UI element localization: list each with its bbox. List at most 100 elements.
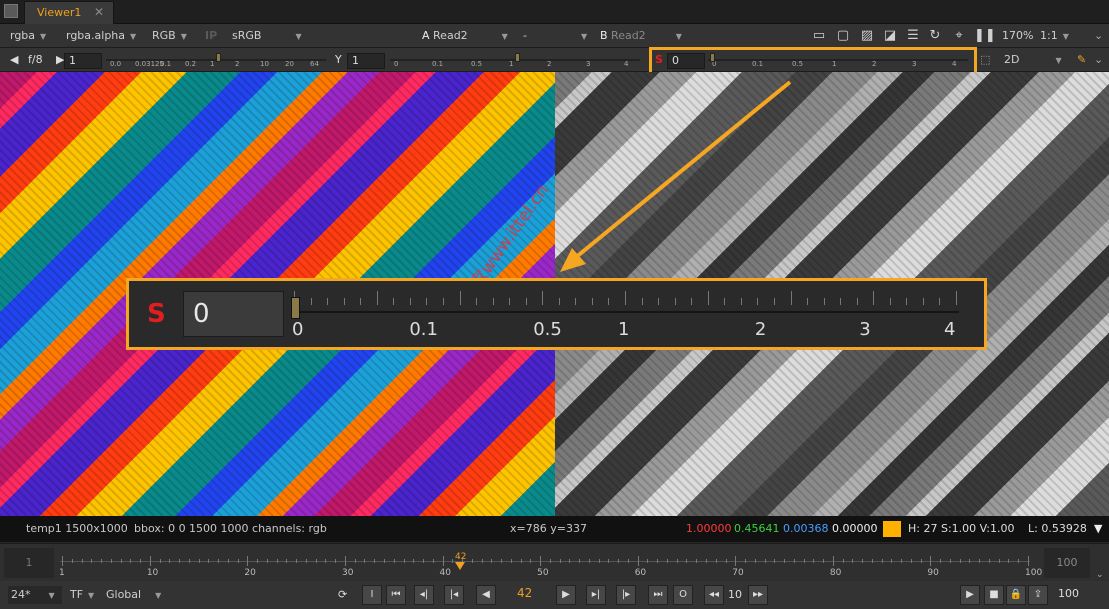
- zoom-tick-label: 0: [292, 319, 304, 340]
- saturation-zoom-callout: S 0 0 0.1 0.5 1 2 3 4: [126, 278, 987, 350]
- timeline-end[interactable]: 100: [1044, 548, 1090, 578]
- slider-handle[interactable]: [515, 53, 520, 62]
- timeline-tick: [169, 559, 171, 563]
- gamma-label: Y: [335, 53, 342, 66]
- zoom-tick-label: 2: [754, 319, 767, 340]
- playhead-marker[interactable]: [455, 562, 465, 570]
- channels-dropdown[interactable]: rgba ▼: [10, 27, 46, 45]
- next-frame-icon[interactable]: ▸|: [586, 585, 606, 605]
- view-mode-dropdown[interactable]: 2D ▼: [1004, 51, 1062, 69]
- zoom-tick-mark: [492, 298, 494, 305]
- step-forward-icon[interactable]: ▸▸: [748, 585, 768, 605]
- timeline-tick: [735, 556, 737, 566]
- ratio-dropdown[interactable]: 1:1 ▼: [1040, 27, 1069, 45]
- gamma-slider[interactable]: 0 0.1 0.5 1 2 3 4: [390, 52, 640, 68]
- expand-icon[interactable]: ⌄: [1094, 27, 1103, 45]
- node-info: temp1 1500x1000: [26, 522, 128, 535]
- checker-icon[interactable]: ▨: [858, 27, 876, 45]
- roi-icon[interactable]: ▭: [810, 27, 828, 45]
- timeline-tick: [374, 559, 376, 563]
- frame-icon[interactable]: ▢: [834, 27, 852, 45]
- roi-dashed-icon[interactable]: ⬚: [980, 51, 990, 69]
- step-back-icon[interactable]: ◂◂: [704, 585, 724, 605]
- slider-tick-label: 0.0: [110, 60, 122, 68]
- timeline-tick: [393, 559, 395, 563]
- timeline-label: 20: [244, 568, 256, 578]
- slider-handle[interactable]: [216, 53, 221, 62]
- info-menu-icon[interactable]: ▼: [1094, 522, 1102, 535]
- tf-dropdown[interactable]: TF ▼: [70, 586, 94, 604]
- lut-dropdown[interactable]: sRGB ▼: [232, 27, 302, 45]
- ip-button[interactable]: IP: [205, 27, 217, 45]
- zoom-level[interactable]: 170%: [1002, 27, 1033, 45]
- gamma-input[interactable]: 1: [347, 53, 385, 69]
- timeline-label: 40: [439, 568, 451, 578]
- timeline-tick: [423, 559, 425, 563]
- overlay-icon[interactable]: ◪: [881, 27, 899, 45]
- slider-tick-label: 0.5: [471, 60, 483, 68]
- display-dropdown[interactable]: RGB ▼: [152, 27, 187, 45]
- gain-slider[interactable]: 0.0 0.03125 0.1 0.2 1 2 10 20 64: [106, 52, 326, 68]
- fps-dropdown[interactable]: 24* ▼: [8, 586, 62, 604]
- pause-icon[interactable]: ❚❚: [974, 27, 996, 45]
- timeline-tick: [442, 556, 444, 566]
- alpha-value: 0.00000: [832, 522, 878, 535]
- input-b-dropdown[interactable]: B Read2 ▼: [600, 27, 682, 45]
- stop-icon[interactable]: ■: [984, 585, 1004, 605]
- play-forward-icon[interactable]: ▶: [556, 585, 576, 605]
- timeline-tick: [540, 556, 542, 566]
- lock-icon[interactable]: 🔒: [1006, 585, 1026, 605]
- render-icon[interactable]: ▶: [960, 585, 980, 605]
- slider-tick-label: 0: [394, 60, 399, 68]
- timeline[interactable]: 1 1 10 20 30 40 50 60 70 80 90 100 42 100 ⌄: [0, 543, 1109, 581]
- out-point-button[interactable]: O: [673, 585, 693, 605]
- step-increment[interactable]: 10: [728, 588, 742, 601]
- play-backward-icon[interactable]: ◀: [476, 585, 496, 605]
- composite-dropdown[interactable]: - ▼: [523, 27, 587, 45]
- collapse-icon[interactable]: ⌄: [1094, 51, 1103, 69]
- close-icon[interactable]: ✕: [94, 5, 104, 19]
- export-icon[interactable]: ⇪: [1028, 585, 1048, 605]
- next-keyframe-icon[interactable]: |▸: [616, 585, 636, 605]
- tab-viewer1[interactable]: Viewer1 ✕: [24, 1, 114, 24]
- timeline-tick: [784, 559, 786, 563]
- end-frame[interactable]: 100: [1058, 587, 1079, 600]
- timeline-tick: [452, 559, 454, 563]
- timeline-tick: [305, 559, 307, 563]
- timeline-track[interactable]: [60, 561, 1030, 562]
- current-frame[interactable]: 42: [517, 586, 532, 600]
- bbox-info: bbox: 0 0 1500 1000 channels: rgb: [134, 522, 327, 535]
- timeline-tick: [384, 559, 385, 563]
- fstop-prev-icon[interactable]: ◀: [10, 51, 18, 69]
- brush-icon[interactable]: ✎: [1077, 51, 1086, 69]
- timeline-tick: [335, 559, 337, 563]
- timeline-tick: [325, 559, 327, 563]
- input-a-dropdown[interactable]: A Read2 ▼: [422, 27, 508, 45]
- timeline-tick: [588, 559, 590, 563]
- layer-dropdown[interactable]: rgba.alpha ▼: [66, 27, 136, 45]
- center-icon[interactable]: ⌖: [950, 27, 968, 45]
- timeline-tick: [793, 559, 795, 563]
- panel-menu-icon[interactable]: [4, 4, 18, 18]
- timeline-tick: [559, 559, 561, 563]
- last-frame-icon[interactable]: ⏭: [648, 585, 668, 605]
- timeline-collapse-icon[interactable]: ⌄: [1096, 570, 1104, 580]
- timeline-tick: [159, 559, 161, 563]
- zoom-tick-mark: [724, 298, 726, 305]
- scope-dropdown[interactable]: Global ▼: [106, 586, 161, 604]
- prev-keyframe-icon[interactable]: ◂|: [414, 585, 434, 605]
- first-frame-icon[interactable]: ⏮: [386, 585, 406, 605]
- timeline-tick: [930, 556, 932, 566]
- in-point-button[interactable]: I: [362, 585, 382, 605]
- loop-icon[interactable]: ⟳: [338, 586, 347, 604]
- list-icon[interactable]: ☰: [904, 27, 922, 45]
- refresh-icon[interactable]: ↻: [926, 27, 944, 45]
- zoom-tick-mark: [840, 298, 842, 305]
- timeline-tick: [354, 559, 356, 563]
- timeline-start[interactable]: 1: [4, 548, 54, 578]
- timeline-tick: [988, 559, 990, 563]
- prev-frame-icon[interactable]: |◂: [444, 585, 464, 605]
- gain-input[interactable]: 1: [64, 53, 102, 69]
- timeline-label: 90: [927, 568, 939, 578]
- slider-tick-label: 0.1: [160, 60, 172, 68]
